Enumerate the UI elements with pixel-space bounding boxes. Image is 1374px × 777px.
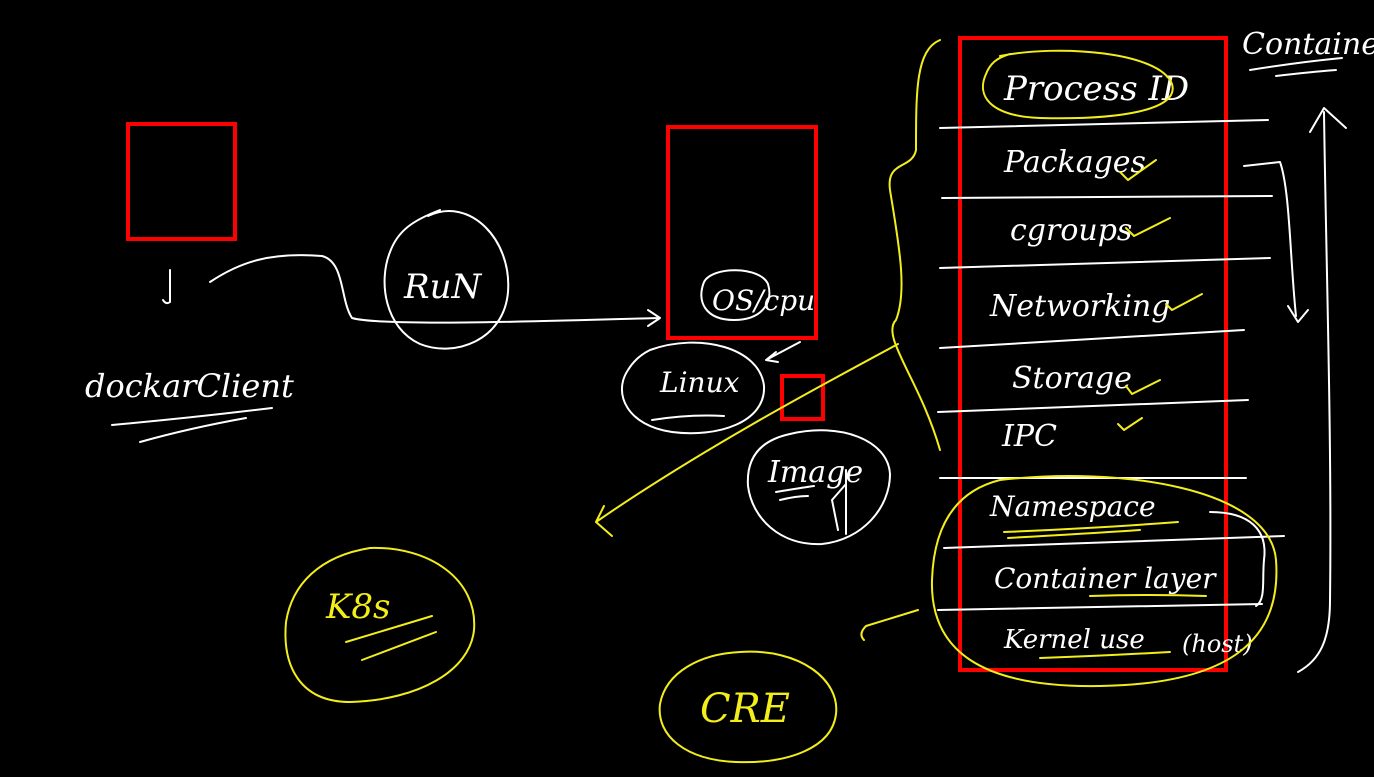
check-icon-ipc	[1117, 417, 1143, 431]
layer-storage: Storage	[1012, 361, 1132, 396]
container-layers: Process ID Packages cgroups Networking S…	[989, 69, 1253, 658]
docker-client-box	[126, 122, 237, 241]
docker-client-underline	[111, 407, 273, 443]
run-label: RuN	[403, 267, 482, 307]
bottom-layers-arrow	[860, 609, 919, 641]
packages-to-networking-arrow	[1243, 161, 1309, 323]
k8s-label: K8s	[325, 587, 390, 627]
layer-container-layer: Container layer	[994, 562, 1217, 595]
image-label: Image	[767, 455, 863, 490]
docker-client-stem	[162, 269, 171, 305]
os-cpu-label: OS/cpu	[712, 284, 815, 317]
linux-underline	[651, 414, 725, 421]
side-bracket	[1209, 511, 1266, 607]
up-arrow	[1297, 107, 1347, 673]
check-icon-networking	[1165, 293, 1203, 311]
layer-kernel-use: Kernel use	[1003, 625, 1145, 655]
container-title: Container	[1242, 27, 1374, 62]
pointer-arrow	[595, 343, 899, 537]
layer-cgroups: cgroups	[1010, 213, 1132, 248]
check-icon-cgroups	[1125, 217, 1171, 237]
whiteboard-canvas: dockarClient RuN OS/cpu Linux Image K8s …	[85, 27, 1374, 764]
image-box	[780, 374, 825, 421]
layer-namespace: Namespace	[989, 490, 1156, 523]
kernel-host-note: (host)	[1182, 630, 1253, 658]
docker-client-label: dockarClient	[85, 367, 294, 405]
cre-label: CRE	[700, 686, 790, 732]
linux-label: Linux	[659, 366, 740, 399]
layer-networking: Networking	[989, 289, 1170, 324]
layer-ipc: IPC	[1001, 419, 1057, 454]
layer-packages: Packages	[1003, 145, 1146, 180]
container-brace	[888, 39, 941, 451]
linux-arrow	[765, 341, 801, 363]
